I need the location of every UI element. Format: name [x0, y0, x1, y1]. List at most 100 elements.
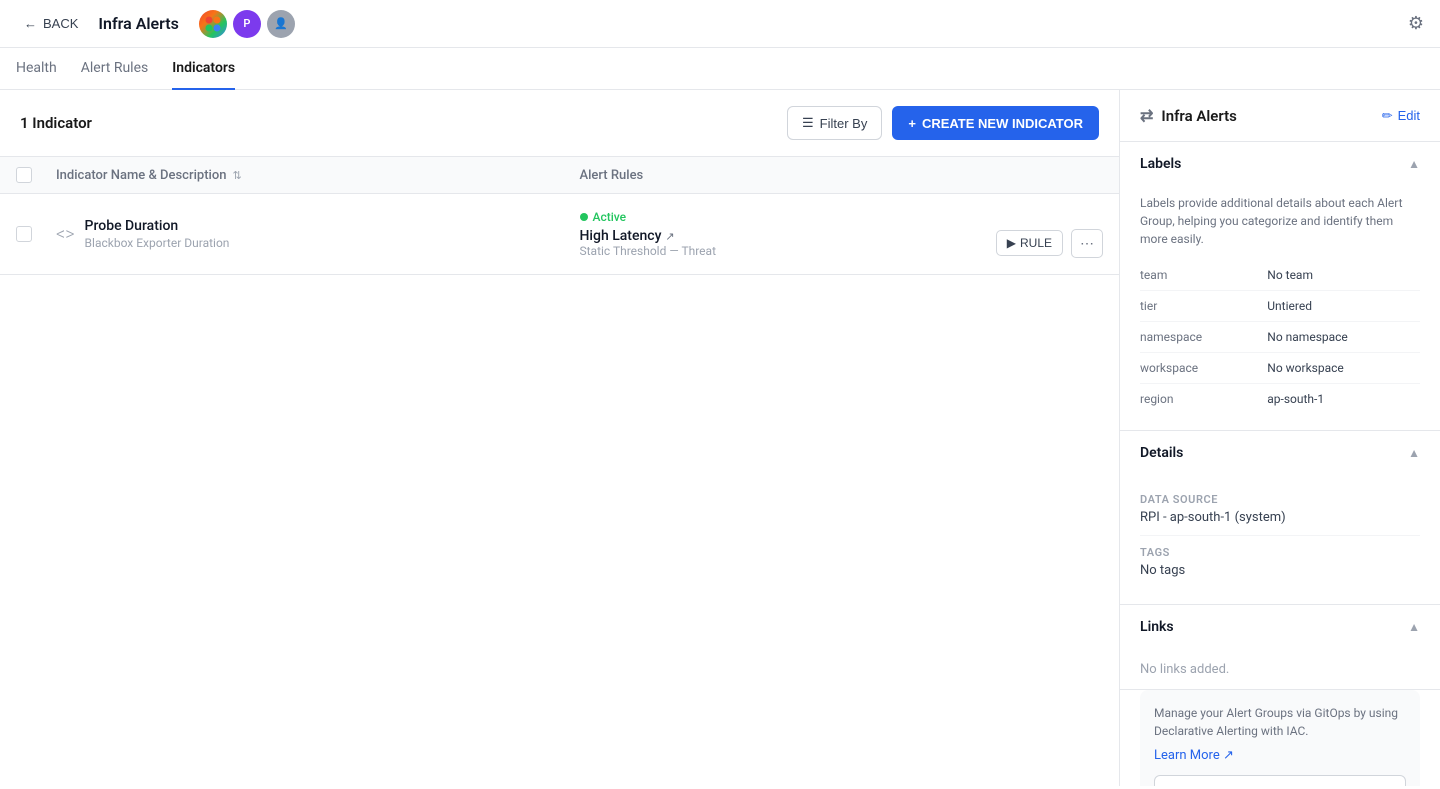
avatar-p[interactable]: P	[233, 10, 261, 38]
details-chevron-icon: ▲	[1408, 446, 1420, 460]
labels-list: team No team tier Untiered namespace No …	[1140, 260, 1420, 414]
tab-indicators[interactable]: Indicators	[172, 48, 235, 90]
right-panel-title: ⇄ Infra Alerts	[1140, 106, 1237, 125]
edit-button[interactable]: ✏ Edit	[1382, 108, 1420, 124]
avatar-colored[interactable]	[199, 10, 227, 38]
label-key-namespace: namespace	[1140, 330, 1267, 344]
detail-row-datasource: DATA SOURCE RPI - ap-south-1 (system)	[1140, 483, 1420, 536]
plus-icon: +	[908, 116, 916, 131]
detail-key-datasource: DATA SOURCE	[1140, 493, 1420, 506]
right-panel-title-text: Infra Alerts	[1161, 107, 1236, 125]
table-row: <> Probe Duration Blackbox Exporter Dura…	[0, 194, 1119, 275]
column-name-label: Indicator Name & Description	[56, 168, 226, 183]
detail-key-tags: TAGS	[1140, 546, 1420, 559]
no-links-message: No links added.	[1140, 662, 1229, 677]
learn-more-label: Learn More ↗	[1154, 748, 1234, 763]
rule-actions: ▶ RULE ⋯	[996, 229, 1103, 258]
links-section-content: No links added.	[1120, 649, 1440, 689]
avatar-group: P 👤	[199, 10, 295, 38]
label-key-team: team	[1140, 268, 1267, 282]
label-val-namespace: No namespace	[1267, 330, 1420, 344]
details-section-header[interactable]: Details ▲	[1120, 431, 1440, 475]
checkbox-header[interactable]	[16, 167, 56, 183]
tabs-bar: Health Alert Rules Indicators	[0, 48, 1440, 90]
labels-section: Labels ▲ Labels provide additional detai…	[1120, 142, 1440, 431]
active-dot	[580, 213, 588, 221]
links-section-header[interactable]: Links ▲	[1120, 605, 1440, 649]
indicator-name-cell: <> Probe Duration Blackbox Exporter Dura…	[56, 218, 580, 250]
labels-section-content: Labels provide additional details about …	[1120, 186, 1440, 430]
rule-name-text: High Latency	[580, 228, 662, 244]
indicator-info: Probe Duration Blackbox Exporter Duratio…	[85, 218, 230, 250]
download-label: DOWNLOAD IAC YAML	[1219, 784, 1357, 786]
column-header-name: Indicator Name & Description ⇅	[56, 167, 580, 183]
avatar-gray[interactable]: 👤	[267, 10, 295, 38]
detail-val-tags: No tags	[1140, 563, 1420, 578]
column-rules-label: Alert Rules	[580, 168, 644, 183]
learn-more-link[interactable]: Learn More ↗	[1154, 748, 1406, 763]
create-indicator-button[interactable]: + CREATE NEW INDICATOR	[892, 106, 1099, 140]
indicator-name: Probe Duration	[85, 218, 230, 234]
tab-health[interactable]: Health	[16, 48, 57, 90]
left-panel: 1 Indicator ☰ Filter By + CREATE NEW IND…	[0, 90, 1120, 786]
page-title: Infra Alerts	[98, 14, 178, 33]
back-label: BACK	[43, 16, 78, 31]
label-key-region: region	[1140, 392, 1267, 406]
download-yaml-button[interactable]: ⬇ DOWNLOAD IAC YAML	[1154, 775, 1406, 786]
more-options-button[interactable]: ⋯	[1071, 229, 1103, 258]
external-link-icon[interactable]: ↗	[665, 230, 674, 243]
detail-val-datasource: RPI - ap-south-1 (system)	[1140, 510, 1420, 525]
rule-btn-label: RULE	[1020, 236, 1052, 250]
links-section: Links ▲ No links added.	[1120, 605, 1440, 690]
label-key-workspace: workspace	[1140, 361, 1267, 375]
right-panel: ⇄ Infra Alerts ✏ Edit Labels ▲ Labels pr…	[1120, 90, 1440, 786]
edit-label: Edit	[1398, 108, 1420, 123]
label-val-team: No team	[1267, 268, 1420, 282]
main-layout: 1 Indicator ☰ Filter By + CREATE NEW IND…	[0, 90, 1440, 786]
filter-button[interactable]: ☰ Filter By	[787, 106, 882, 140]
details-section-content: DATA SOURCE RPI - ap-south-1 (system) TA…	[1120, 475, 1440, 604]
select-all-checkbox[interactable]	[16, 167, 32, 183]
avatar-gray-icon: 👤	[274, 17, 288, 30]
topbar: ← BACK Infra Alerts P 👤 ⚙	[0, 0, 1440, 48]
label-val-tier: Untiered	[1267, 299, 1420, 313]
rule-icon: ▶	[1007, 236, 1016, 250]
right-panel-header: ⇄ Infra Alerts ✏ Edit	[1120, 90, 1440, 142]
label-row-region: region ap-south-1	[1140, 384, 1420, 414]
row-checkbox[interactable]	[16, 226, 32, 242]
links-section-title: Links	[1140, 619, 1174, 635]
filter-icon: ☰	[802, 115, 814, 131]
label-key-tier: tier	[1140, 299, 1267, 313]
toolbar-actions: ☰ Filter By + CREATE NEW INDICATOR	[787, 106, 1099, 140]
active-badge: Active	[580, 210, 1104, 224]
download-icon: ⬇	[1203, 784, 1213, 786]
avatar-p-letter: P	[243, 17, 250, 30]
settings-icon[interactable]: ⚙	[1408, 13, 1424, 34]
column-header-rules: Alert Rules	[580, 167, 1104, 183]
detail-row-tags: TAGS No tags	[1140, 536, 1420, 588]
sort-icon-name[interactable]: ⇅	[232, 169, 241, 182]
code-icon: <>	[56, 224, 75, 245]
rule-name: High Latency ↗	[580, 228, 996, 244]
back-button[interactable]: ← BACK	[16, 12, 86, 35]
edit-icon: ✏	[1382, 108, 1393, 124]
sync-icon: ⇄	[1140, 106, 1153, 125]
labels-section-header[interactable]: Labels ▲	[1120, 142, 1440, 186]
create-label: CREATE NEW INDICATOR	[922, 116, 1083, 131]
rule-subtitle: Static Threshold — Threat	[580, 244, 996, 258]
label-row-workspace: workspace No workspace	[1140, 353, 1420, 384]
back-arrow-icon: ←	[24, 16, 37, 31]
label-row-tier: tier Untiered	[1140, 291, 1420, 322]
tab-alert-rules[interactable]: Alert Rules	[81, 48, 149, 90]
indicator-description: Blackbox Exporter Duration	[85, 236, 230, 250]
labels-section-title: Labels	[1140, 156, 1181, 172]
row-checkbox-cell	[16, 226, 56, 242]
rule-button[interactable]: ▶ RULE	[996, 230, 1063, 256]
label-row-team: team No team	[1140, 260, 1420, 291]
gitops-text: Manage your Alert Groups via GitOps by u…	[1154, 704, 1406, 740]
label-val-workspace: No workspace	[1267, 361, 1420, 375]
labels-description: Labels provide additional details about …	[1140, 194, 1420, 248]
details-section-title: Details	[1140, 445, 1183, 461]
label-val-region: ap-south-1	[1267, 392, 1420, 406]
alert-rule-row: High Latency ↗ Static Threshold — Threat…	[580, 228, 1104, 258]
